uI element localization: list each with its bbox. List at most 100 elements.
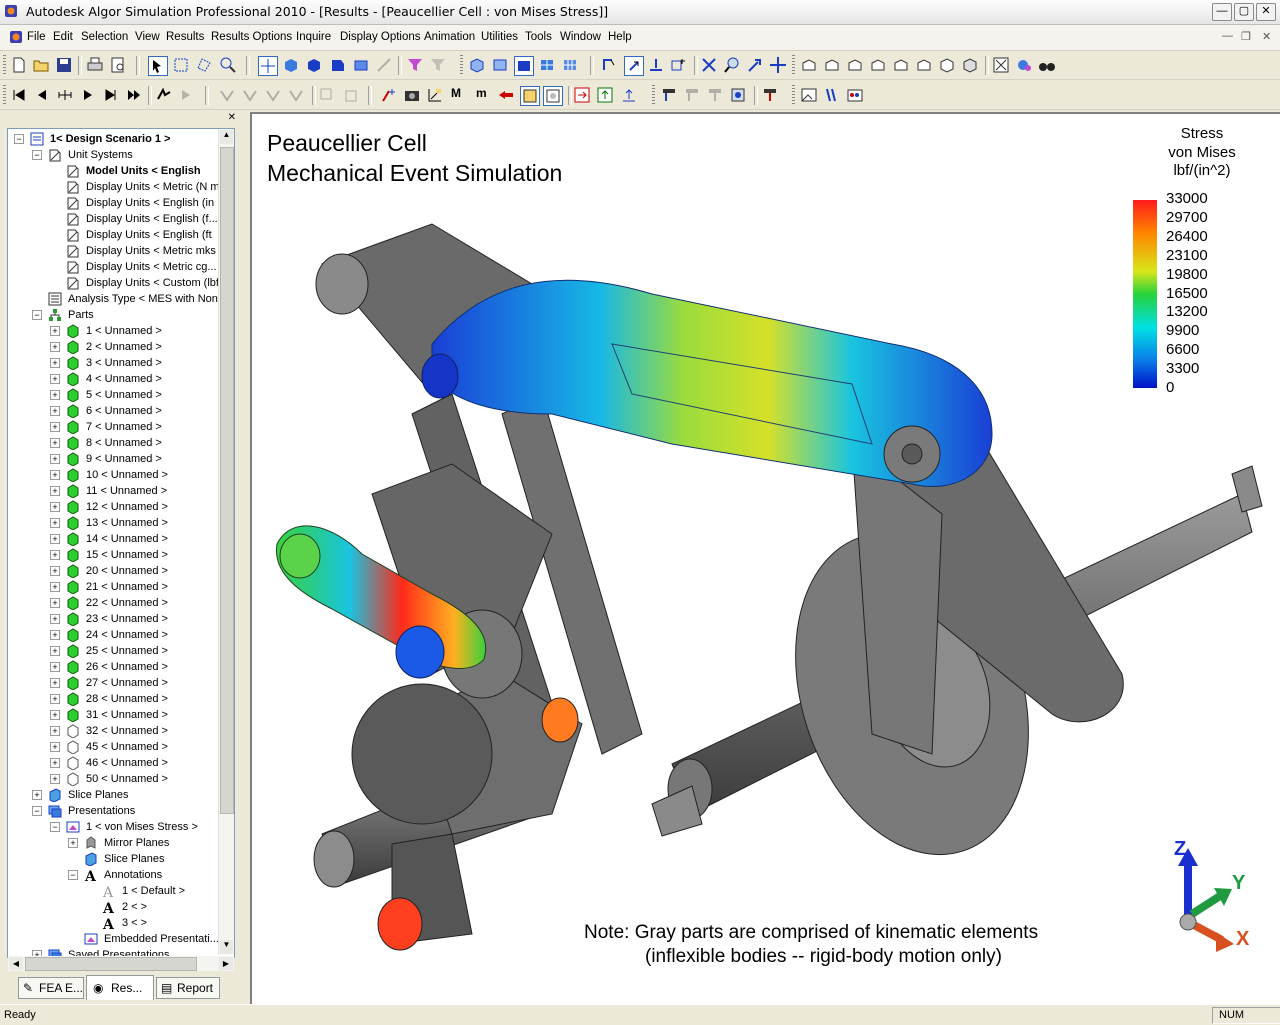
select-line-icon[interactable] — [375, 56, 393, 74]
flag-disabled-2-icon[interactable] — [706, 86, 724, 104]
legend-toggle-icon[interactable] — [520, 86, 540, 106]
zoom-out-icon[interactable] — [746, 56, 764, 74]
contour-toggle-icon[interactable] — [543, 86, 563, 106]
zoom-in-icon[interactable] — [723, 56, 741, 74]
last-frame-icon[interactable] — [125, 86, 143, 104]
filter-funnel-icon[interactable] — [406, 56, 424, 74]
view-cube-3-icon[interactable] — [846, 56, 864, 74]
orbit-icon[interactable] — [624, 56, 644, 76]
expand-toggle-icon[interactable]: + — [50, 502, 60, 512]
video-export-icon[interactable] — [823, 86, 841, 104]
select-edge-icon[interactable] — [329, 56, 347, 74]
tab-fea-editor[interactable]: ✎ FEA E... — [18, 977, 84, 999]
mdi-close-button[interactable]: ✕ — [1262, 30, 1271, 43]
export-icon[interactable] — [761, 86, 779, 104]
rotate-icon[interactable] — [601, 56, 619, 74]
document-icon[interactable] — [8, 29, 24, 45]
scroll-up-icon[interactable]: ▲ — [220, 130, 233, 144]
expand-toggle-icon[interactable]: + — [32, 790, 42, 800]
flag-icon[interactable] — [660, 86, 678, 104]
view-right-icon[interactable] — [538, 56, 556, 74]
expand-toggle-icon[interactable]: + — [50, 454, 60, 464]
tab-results[interactable]: ◉ Res... — [86, 975, 154, 1000]
collapse-toggle-icon[interactable]: − — [32, 150, 42, 160]
expand-toggle-icon[interactable]: + — [50, 406, 60, 416]
arrow-left-icon[interactable] — [497, 86, 515, 104]
menu-tools[interactable]: Tools — [525, 31, 552, 43]
select-pointer-icon[interactable] — [148, 56, 168, 76]
expand-toggle-icon[interactable]: + — [50, 534, 60, 544]
palette-icon[interactable] — [846, 86, 864, 104]
first-frame-icon[interactable] — [10, 86, 28, 104]
play-icon[interactable] — [79, 86, 97, 104]
select-point-icon[interactable] — [258, 56, 278, 76]
collapse-toggle-icon[interactable]: − — [68, 870, 78, 880]
expand-toggle-icon[interactable]: + — [50, 710, 60, 720]
expand-toggle-icon[interactable]: + — [50, 566, 60, 576]
expand-toggle-icon[interactable]: + — [50, 358, 60, 368]
arrow-up-box-icon[interactable] — [596, 86, 614, 104]
animate-step-icon[interactable] — [178, 86, 196, 104]
expand-toggle-icon[interactable]: + — [50, 550, 60, 560]
measure-icon[interactable] — [426, 86, 444, 104]
expand-toggle-icon[interactable]: + — [50, 614, 60, 624]
open-folder-icon[interactable] — [32, 56, 50, 74]
fit-all-icon[interactable] — [992, 56, 1010, 74]
menu-utilities[interactable]: Utilities — [481, 31, 518, 43]
mode-shape-3-icon[interactable] — [264, 86, 282, 104]
menu-display-options[interactable]: Display Options — [340, 31, 421, 43]
menu-window[interactable]: Window — [560, 31, 601, 43]
menu-results[interactable]: Results — [166, 31, 204, 43]
menu-view[interactable]: View — [135, 31, 160, 43]
menu-inquire[interactable]: Inquire — [296, 31, 331, 43]
expand-toggle-icon[interactable]: + — [50, 646, 60, 656]
expand-toggle-icon[interactable]: + — [50, 518, 60, 528]
expand-toggle-icon[interactable]: + — [50, 774, 60, 784]
expand-toggle-icon[interactable]: + — [50, 342, 60, 352]
report-icon[interactable] — [729, 86, 747, 104]
expand-toggle-icon[interactable]: + — [50, 390, 60, 400]
tab-report[interactable]: ▤ Report — [156, 977, 220, 999]
probe-icon[interactable] — [380, 86, 398, 104]
expand-toggle-icon[interactable]: + — [50, 678, 60, 688]
menu-edit[interactable]: Edit — [53, 31, 73, 43]
collapse-toggle-icon[interactable]: − — [32, 310, 42, 320]
expand-toggle-icon[interactable]: + — [50, 630, 60, 640]
value-box-icon[interactable] — [573, 86, 591, 104]
close-button[interactable]: ✕ — [1256, 3, 1276, 21]
horizontal-scroll-thumb[interactable] — [25, 957, 197, 971]
pan-arrows-icon[interactable] — [769, 56, 787, 74]
tree-vertical-scrollbar[interactable]: ▲ ▼ — [218, 129, 234, 955]
select-zoom-icon[interactable] — [219, 56, 237, 74]
expand-toggle-icon[interactable]: + — [50, 326, 60, 336]
select-part-icon[interactable] — [305, 56, 323, 74]
mdi-minimize-button[interactable]: — — [1222, 30, 1233, 42]
filter-icon[interactable] — [429, 56, 447, 74]
scroll-left-icon[interactable]: ◀ — [9, 957, 23, 970]
expand-toggle-icon[interactable]: + — [50, 582, 60, 592]
mode-shape-4-icon[interactable] — [287, 86, 305, 104]
pan-icon[interactable] — [647, 56, 665, 74]
zoom-area-icon[interactable] — [670, 56, 688, 74]
paste-results-icon[interactable] — [341, 86, 359, 104]
scroll-down-icon[interactable]: ▼ — [220, 940, 233, 954]
expand-toggle-icon[interactable]: + — [50, 486, 60, 496]
select-surface-icon[interactable] — [282, 56, 300, 74]
step-icon[interactable] — [56, 86, 74, 104]
tree-panel-close-icon[interactable]: ✕ — [228, 112, 236, 123]
copy-results-icon[interactable] — [318, 86, 336, 104]
minimize-button[interactable]: — — [1212, 3, 1232, 21]
expand-toggle-icon[interactable]: + — [50, 470, 60, 480]
expand-toggle-icon[interactable]: + — [50, 374, 60, 384]
previous-frame-icon[interactable] — [33, 86, 51, 104]
flag-disabled-1-icon[interactable] — [683, 86, 701, 104]
view-cube-8-icon[interactable] — [961, 56, 979, 74]
next-frame-icon[interactable] — [102, 86, 120, 104]
expand-toggle-icon[interactable]: + — [50, 694, 60, 704]
menu-file[interactable]: File — [27, 31, 46, 43]
animate-icon[interactable] — [155, 86, 173, 104]
expand-toggle-icon[interactable]: + — [68, 838, 78, 848]
view-mesh-icon[interactable] — [561, 56, 579, 74]
print-preview-icon[interactable] — [109, 56, 127, 74]
binoculars-icon[interactable] — [1038, 56, 1056, 74]
